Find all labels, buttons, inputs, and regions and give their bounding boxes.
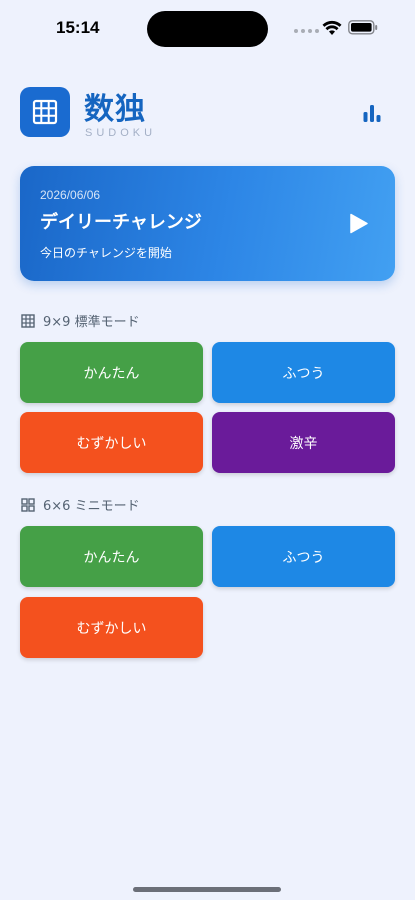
daily-title: デイリーチャレンジ [40, 212, 202, 233]
battery-icon [348, 20, 378, 35]
wifi-icon [322, 20, 342, 35]
button-label: むずかしい [76, 620, 147, 637]
app-logo-grid-icon [20, 87, 70, 137]
section-header-9x9: 9×9 標準モード [21, 311, 140, 330]
mini-grid-icon [21, 497, 35, 512]
std-extreme-button[interactable]: 激辛 [212, 412, 395, 473]
mini-hard-button[interactable]: むずかしい [20, 597, 203, 658]
mini-easy-button[interactable]: かんたん [20, 526, 203, 587]
std-easy-button[interactable]: かんたん [20, 342, 203, 403]
play-icon [350, 213, 368, 234]
status-time: 15:14 [56, 18, 100, 37]
button-label: 激辛 [289, 435, 318, 452]
app-title: 数独 [84, 92, 146, 127]
bar-chart-icon [363, 105, 381, 122]
std-normal-button[interactable]: ふつう [212, 342, 395, 403]
home-indicator[interactable] [133, 887, 281, 892]
daily-challenge-card[interactable]: 2026/06/06 デイリーチャレンジ 今日のチャレンジを開始 [20, 166, 395, 281]
button-label: ふつう [282, 365, 325, 382]
daily-date: 2026/06/06 [40, 188, 101, 202]
grid-icon [21, 313, 35, 328]
app-subtitle: SUDOKU [85, 127, 157, 139]
button-label: かんたん [83, 365, 140, 382]
button-label: むずかしい [76, 435, 147, 452]
button-label: かんたん [83, 549, 140, 566]
dynamic-island [147, 11, 268, 47]
std-hard-button[interactable]: むずかしい [20, 412, 203, 473]
section-header-6x6: 6×6 ミニモード [21, 495, 140, 514]
statistics-button[interactable] [358, 101, 386, 123]
mini-normal-button[interactable]: ふつう [212, 526, 395, 587]
status-bar: 15:14 [0, 0, 415, 58]
daily-subtitle: 今日のチャレンジを開始 [40, 246, 172, 260]
section-label: 6×6 ミニモード [43, 499, 140, 514]
button-label: ふつう [282, 549, 325, 566]
section-label: 9×9 標準モード [43, 315, 140, 330]
signal-dots-icon [294, 29, 319, 33]
